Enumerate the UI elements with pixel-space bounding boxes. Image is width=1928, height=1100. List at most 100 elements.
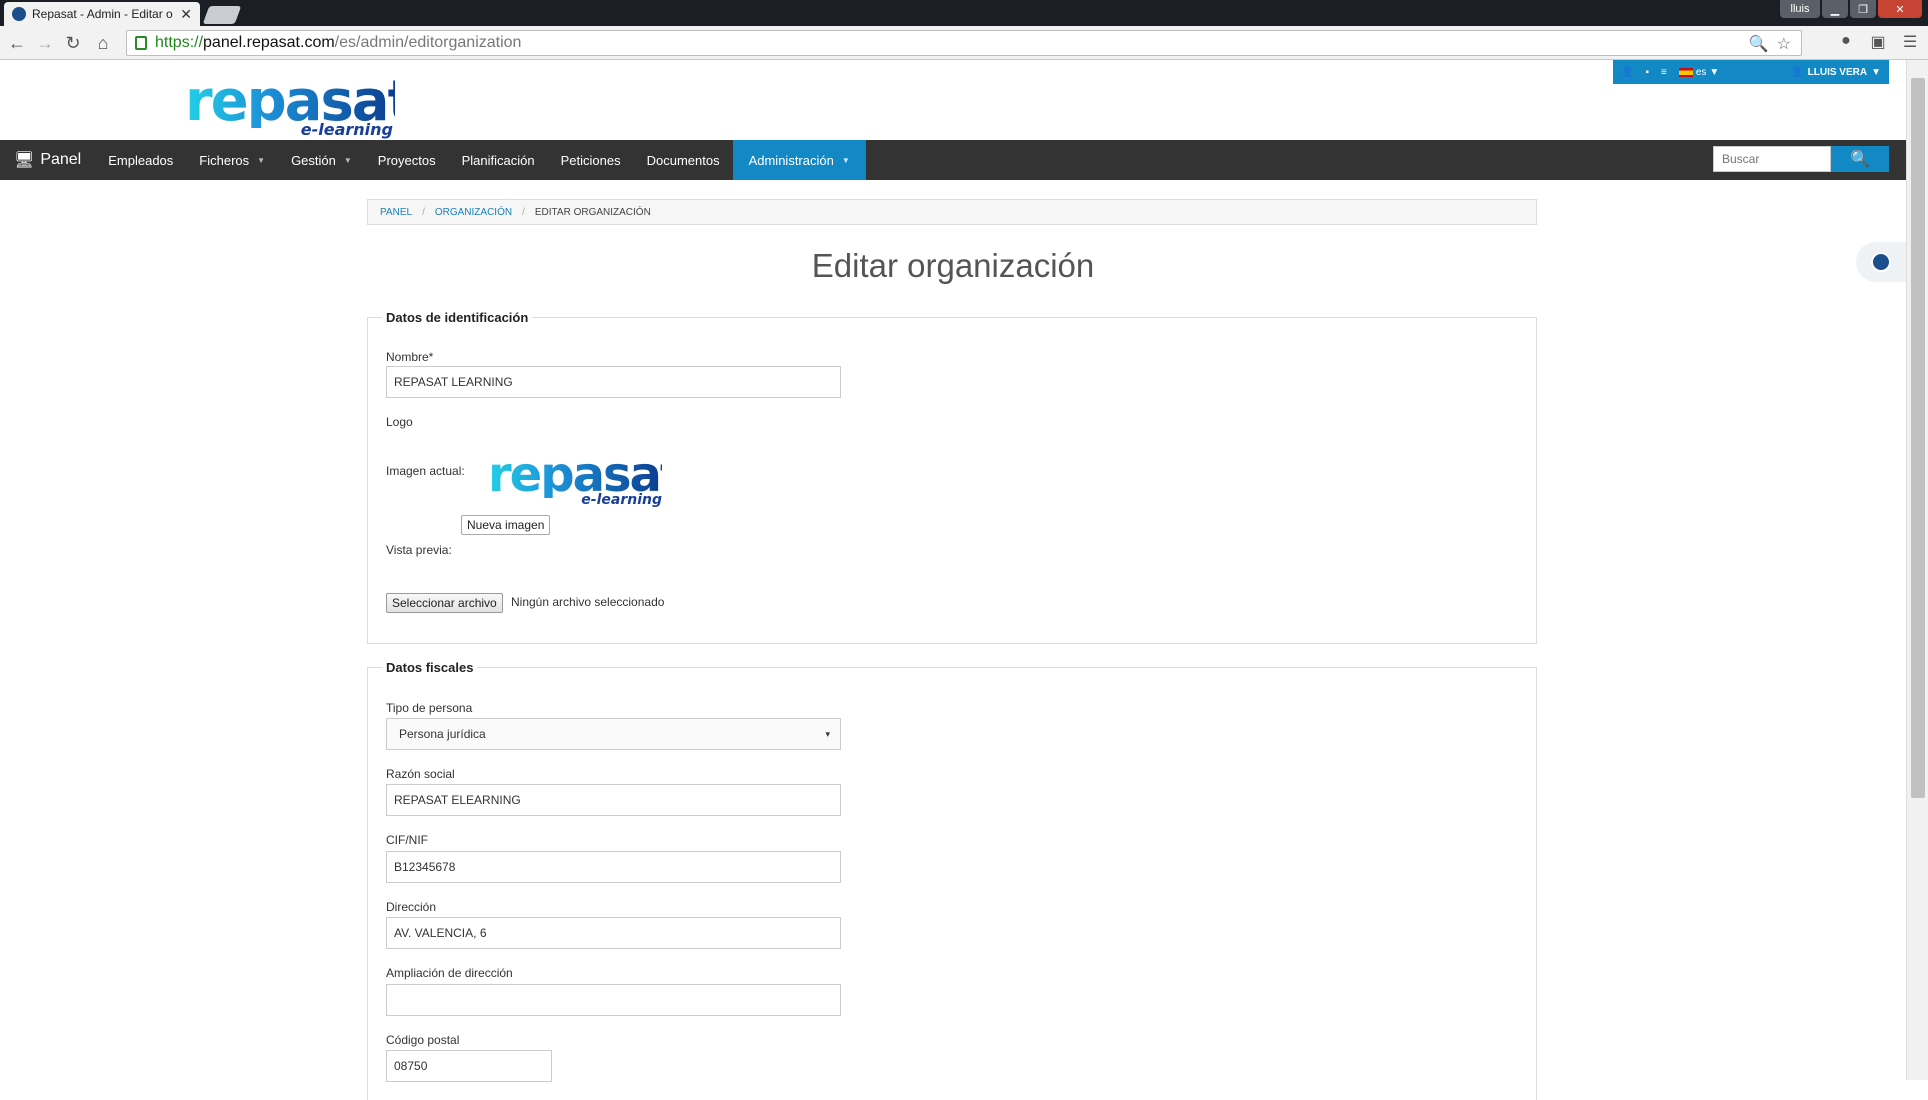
nombre-input[interactable]: REPASAT LEARNING xyxy=(386,366,841,398)
spain-flag-icon xyxy=(1678,67,1693,77)
razon-social-label: Razón social xyxy=(386,767,455,781)
close-icon[interactable]: ✕ xyxy=(180,6,192,23)
new-tab-button[interactable] xyxy=(202,6,242,24)
nav-item-gestion[interactable]: Gestión ▼ xyxy=(278,140,365,180)
bookmark-star-icon[interactable]: ☆ xyxy=(1777,34,1791,54)
breadcrumb-panel[interactable]: PANEL xyxy=(380,207,412,218)
page-title: Editar organización xyxy=(811,247,1095,284)
search-icon: 🔍 xyxy=(1850,151,1870,168)
browser-tab-bar: Repasat - Admin - Editar o ✕ lluis ▁ ❐ ✕ xyxy=(0,0,1928,26)
maximize-icon[interactable]: ❐ xyxy=(1850,0,1876,18)
caret-down-icon: ▼ xyxy=(343,155,352,165)
language-code: es xyxy=(1695,66,1707,78)
breadcrumb-organizacion[interactable]: ORGANIZACIÓN xyxy=(435,207,512,218)
logo-sub-text: e-learning xyxy=(300,120,393,139)
caret-down-icon: ▼ xyxy=(257,155,266,165)
nav-brand-panel[interactable]: 🖥 Panel xyxy=(0,140,95,180)
omnibox-actions: 🔍 ☆ xyxy=(1749,34,1791,54)
list-icon[interactable]: ≡ xyxy=(1661,67,1667,78)
search-input[interactable] xyxy=(1713,146,1831,172)
nav-item-peticiones[interactable]: Peticiones xyxy=(548,140,634,180)
nav-label: Administración xyxy=(748,152,834,168)
window-user-button[interactable]: lluis xyxy=(1780,0,1820,18)
scrollbar-thumb[interactable] xyxy=(1911,78,1925,798)
codigo-postal-input[interactable]: 08750 xyxy=(386,1050,552,1082)
window-controls: lluis ▁ ❐ ✕ xyxy=(1780,0,1922,18)
breadcrumb-separator: / xyxy=(522,206,525,218)
lock-icon xyxy=(135,36,147,50)
home-icon[interactable]: ⌂ xyxy=(92,32,114,54)
window-close-icon[interactable]: ✕ xyxy=(1878,0,1922,18)
chevron-down-icon: ▼ xyxy=(1871,66,1881,78)
address-input[interactable]: https://panel.repasat.com/es/admin/edito… xyxy=(126,30,1802,56)
help-widget[interactable] xyxy=(1856,242,1906,282)
minimize-icon[interactable]: ▁ xyxy=(1822,0,1848,18)
direccion-label: Dirección xyxy=(386,900,437,914)
favicon-icon xyxy=(12,7,26,21)
current-logo-sub-text: e-learning xyxy=(581,492,662,508)
nav-brand-label: Panel xyxy=(40,151,82,168)
briefcase-icon[interactable]: ▪ xyxy=(1645,67,1649,78)
nav-label: Ficheros xyxy=(199,152,250,168)
forward-icon[interactable]: → xyxy=(34,32,56,54)
search-group: 🔍 xyxy=(1713,146,1889,172)
nav-item-documentos[interactable]: Documentos xyxy=(634,140,733,180)
user-name: LLUIS VERA xyxy=(1807,66,1868,78)
search-button[interactable]: 🔍 xyxy=(1831,146,1889,172)
razon-social-input[interactable]: REPASAT ELEARNING xyxy=(386,784,841,816)
extension-circle-icon[interactable]: ● xyxy=(1836,32,1856,52)
select-arrow-icon: ▾ xyxy=(825,728,830,739)
nav-item-proyectos[interactable]: Proyectos xyxy=(365,140,449,180)
file-status: Ningún archivo seleccionado xyxy=(511,595,665,609)
page-scrollbar[interactable] xyxy=(1906,60,1928,1080)
url-scheme: https:// xyxy=(155,34,204,51)
back-icon[interactable]: ← xyxy=(6,32,28,54)
cif-input[interactable]: B12345678 xyxy=(386,851,841,883)
user-bar: 👤 ▪ ≡ es ▼ 👤 LLUIS VERA ▼ xyxy=(1613,60,1889,84)
vista-previa-label: Vista previa: xyxy=(386,543,452,557)
nav-item-planificacion[interactable]: Planificación xyxy=(449,140,548,180)
caret-down-icon: ▼ xyxy=(841,155,850,165)
nav-item-administracion[interactable]: Administración ▼ xyxy=(732,140,866,180)
page: repasat e-learning 👤 ▪ ≡ es ▼ 👤 LLUIS VE… xyxy=(0,60,1906,1100)
reload-icon[interactable]: ↻ xyxy=(62,32,84,54)
select-file-button[interactable]: Seleccionar archivo xyxy=(386,593,503,613)
nueva-imagen-label: Nueva imagen xyxy=(461,515,551,535)
direccion-input[interactable]: AV. VALENCIA, 6 xyxy=(386,917,841,949)
ampliacion-input[interactable] xyxy=(386,984,841,1016)
browser-toolbar: ← → ↻ ⌂ https://panel.repasat.com/es/adm… xyxy=(0,26,1928,60)
extension-icons: ● ▣ ☰ xyxy=(1836,32,1920,52)
url-host: panel.repasat.com xyxy=(203,34,335,51)
user-icon[interactable]: 👤 xyxy=(1621,67,1633,78)
extension-panel-icon[interactable]: ▣ xyxy=(1868,32,1888,52)
zoom-icon[interactable]: 🔍 xyxy=(1749,34,1769,54)
user-menu[interactable]: 👤 LLUIS VERA ▼ xyxy=(1791,67,1881,78)
language-selector[interactable]: es ▼ xyxy=(1678,66,1720,78)
imagen-actual-label: Imagen actual: xyxy=(386,464,465,478)
current-logo-image: repasat e-learning xyxy=(488,451,683,512)
nav-label: Empleados xyxy=(108,152,174,168)
nav-label: Planificación xyxy=(461,152,535,168)
nav-label: Proyectos xyxy=(377,152,436,168)
logo[interactable]: repasat e-learning xyxy=(185,74,414,140)
browser-tab[interactable]: Repasat - Admin - Editar o ✕ xyxy=(4,2,200,26)
cif-label: CIF/NIF xyxy=(386,833,428,847)
nav-item-ficheros[interactable]: Ficheros ▼ xyxy=(186,140,278,180)
menu-icon[interactable]: ☰ xyxy=(1900,32,1920,52)
logo-label: Logo xyxy=(386,415,413,429)
url-path: /es/admin/editorganization xyxy=(334,34,522,51)
nav-label: Gestión xyxy=(291,152,336,168)
help-logo-icon xyxy=(1871,252,1891,272)
main-navbar: 🖥 Panel Empleados Ficheros ▼ Gestión ▼ Pro… xyxy=(0,140,1906,180)
user-small-icon: 👤 xyxy=(1791,66,1804,78)
chevron-down-icon: ▼ xyxy=(1709,66,1720,78)
codigo-postal-label: Código postal xyxy=(386,1033,460,1047)
tipo-persona-select[interactable]: Persona jurídica ▾ xyxy=(386,718,841,750)
breadcrumb: PANEL / ORGANIZACIÓN / EDITAR ORGANIZACI… xyxy=(367,199,1537,225)
monitor-icon: 🖥 xyxy=(14,152,35,169)
identification-legend: Datos de identificación xyxy=(386,310,529,325)
nav-item-empleados[interactable]: Empleados xyxy=(95,140,186,180)
tipo-persona-value: Persona jurídica xyxy=(399,727,486,741)
nav-label: Peticiones xyxy=(560,152,621,168)
nombre-label: Nombre* xyxy=(386,350,434,364)
